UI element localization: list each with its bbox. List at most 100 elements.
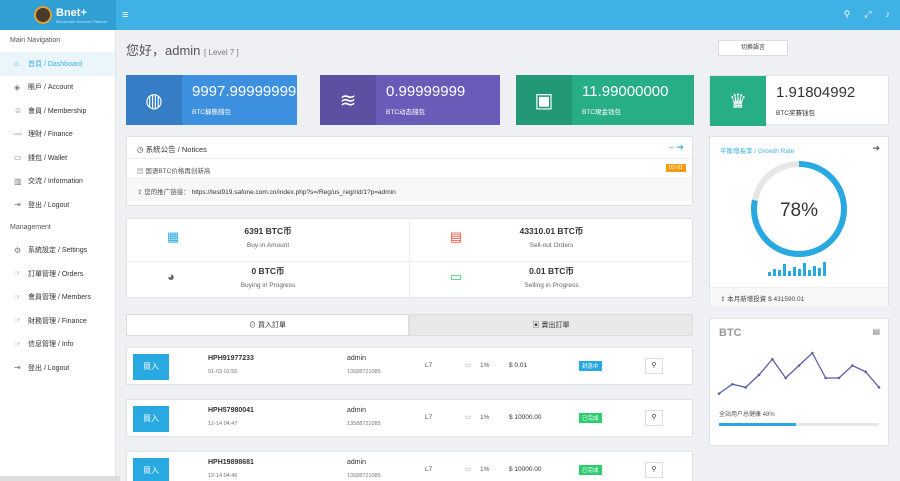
order-user: admin — [347, 407, 367, 414]
folder-icon: ▭ — [14, 153, 22, 163]
sidebar-item[interactable]: ☞ 信息管理 / Info — [0, 333, 115, 357]
logout-icon: ⇥ — [14, 363, 21, 373]
summary-panel: ▦ 6391 BTC币 Buy-in Amount ▤ 43310.01 BTC币… — [126, 218, 693, 302]
tab-buy-orders[interactable]: ⊙ 買入訂單 — [126, 314, 409, 336]
arrow-right-icon[interactable]: ➔ — [872, 143, 880, 154]
order-row: 買入 HPH19898681 12-14 04:46 admin 1358872… — [126, 451, 693, 481]
sidebar-item-label: 理財 / Finance — [28, 131, 73, 139]
btc-title: BTC — [719, 327, 742, 339]
stat-card[interactable]: ≋ 0.99999999 BTC动态錢包 — [320, 75, 500, 125]
stat-card[interactable]: ▣ 11.99000000 BTC現金钱包 — [516, 75, 694, 125]
btc-line-point — [851, 364, 854, 367]
order-row: 買入 HPH91977233 01-03 01:55 admin 1358872… — [126, 347, 693, 385]
menu-toggle-icon[interactable]: ≡ — [122, 9, 128, 21]
growth-bar — [783, 264, 786, 276]
logout-icon: ⇥ — [14, 200, 21, 210]
order-phone: 13588721085 — [347, 421, 381, 427]
sidebar-item[interactable]: ▥ 交流 / Information — [0, 170, 115, 194]
sidebar-item[interactable]: ▭ 錢包 / Wallet — [0, 146, 115, 170]
sidebar-item-label: 賬戶 / Account — [28, 84, 74, 92]
order-phone: 13588721085 — [347, 473, 381, 479]
arrow-right-icon[interactable]: – ➔ — [669, 142, 684, 153]
summary-caption: Sell-out Orders — [529, 242, 574, 249]
order-level: L7 — [425, 414, 433, 421]
sidebar-item-label: 信息管理 / Info — [28, 341, 74, 349]
buy-button[interactable]: 買入 — [133, 458, 169, 481]
btc-caption: 全站用户总健康 48% — [719, 412, 775, 418]
hand-icon: ☞ — [14, 339, 22, 349]
growth-bar — [798, 269, 801, 276]
buy-button[interactable]: 買入 — [133, 406, 169, 432]
sidebar-item[interactable]: ◈ 賬戶 / Account — [0, 76, 115, 100]
order-percent: 1% — [480, 466, 490, 473]
trend-icon: 〰 — [14, 129, 22, 139]
layers-icon: ◈ — [14, 82, 21, 92]
home-icon: ⌂ — [14, 59, 19, 69]
stat-label: BTC动态錢包 — [386, 109, 425, 116]
stat-card[interactable]: ♛ 1.91804992 BTC奖賽钱包 — [709, 75, 889, 126]
brand-name: Bnet+ — [56, 7, 87, 19]
order-price: $ 0.01 — [509, 362, 528, 369]
bell-icon[interactable]: ♪ — [886, 9, 891, 20]
summary-amount: 43310.01 BTC币 — [519, 226, 584, 236]
sidebar-item[interactable]: ☞ 會員管理 / Members — [0, 286, 115, 310]
btc-line-point — [757, 373, 761, 377]
sidebar-item-label: 訂單管理 / Orders — [28, 270, 84, 278]
logo[interactable]: Bnet+ Blockchain Network Platform — [0, 0, 116, 30]
status-badge: 已完成 — [579, 413, 602, 423]
summary-cell: ◕ 0 BTC币 Buying in Progress — [127, 259, 410, 302]
btc-line-point — [717, 392, 721, 395]
growth-bar — [793, 267, 796, 276]
btc-line — [718, 351, 880, 395]
level-badge: [ Level 7 ] — [204, 48, 239, 57]
order-row: 買入 HPH57980041 12-14 04:47 admin 1358872… — [126, 399, 693, 437]
order-price: $ 10000.00 — [509, 466, 542, 473]
chart-icon[interactable]: ▤ — [872, 327, 880, 336]
top-bar: Bnet+ Blockchain Network Platform ≡ ⚲ ⤢ … — [0, 0, 900, 30]
order-level: L7 — [425, 362, 433, 369]
btc-line-chart — [717, 351, 881, 395]
page-title: 您好，admin [ Level 7 ] — [126, 40, 239, 59]
sidebar-item[interactable]: ⇥ 登出 / Logout — [0, 356, 115, 380]
search-button[interactable]: ⚲ — [645, 462, 663, 478]
search-button[interactable]: ⚲ — [645, 410, 663, 426]
sidebar-item[interactable]: ☞ 財務管理 / Finance — [0, 309, 115, 333]
sidebar-item[interactable]: ⇥ 登出 / Logout — [0, 193, 115, 217]
tab-label: 賣出訂單 — [541, 322, 570, 329]
btc-line-point — [864, 370, 867, 374]
btc-line-point — [771, 357, 774, 361]
status-badge: 封息中 — [579, 361, 602, 371]
sidebar-item[interactable]: ☞ 訂單管理 / Orders — [0, 262, 115, 286]
sidebar-item[interactable]: 〰理財 / Finance — [0, 123, 115, 147]
order-time: 12-14 04:46 — [208, 473, 238, 479]
sidebar-section-title: Main Navigation — [10, 37, 61, 44]
clock-icon: ◷ — [137, 145, 146, 154]
btc-line-point — [811, 351, 814, 355]
buy-button[interactable]: 買入 — [133, 354, 169, 380]
referral-link[interactable]: https://test919.safone.com.cn/index.php?… — [192, 189, 396, 196]
sidebar-item[interactable]: ⚙ 系統設定 / Settings — [0, 239, 115, 263]
search-icon[interactable]: ⚲ — [844, 9, 851, 20]
sidebar-item[interactable]: ⌂ 首頁 / Dashboard — [0, 52, 115, 76]
stat-value: 0.99999999 — [386, 83, 466, 100]
switch-language-button[interactable]: 切换語言 — [718, 40, 788, 56]
growth-bar — [818, 268, 821, 276]
tab-sell-orders[interactable]: ▣ 賣出訂單 — [409, 314, 693, 336]
circle-icon: ⊙ — [249, 322, 258, 329]
stat-card[interactable]: ◍ 9997.99999999 BTC靜態錢包 — [126, 75, 297, 125]
sidebar-section-title: Management — [10, 223, 51, 231]
notices-panel: ◷ 系統公告 / Notices – ➔ ▤ 国语BTC价格再创新高 02-01… — [126, 136, 693, 206]
notice-item[interactable]: ▤ 国语BTC价格再创新高 02-01 — [127, 159, 692, 179]
search-button[interactable]: ⚲ — [645, 358, 663, 374]
sidebar-item[interactable]: ☺ 會員 / Membership — [0, 99, 115, 123]
growth-bar — [788, 271, 791, 276]
globe-icon: ◍ — [126, 75, 182, 125]
brand-subtitle: Blockchain Network Platform — [56, 19, 108, 24]
order-percent: 1% — [480, 362, 490, 369]
order-phone: 13588721085 — [347, 369, 381, 375]
btc-progress-fill — [719, 423, 796, 426]
summary-cell: ▭ 0.01 BTC币 Selling in Progress — [410, 259, 693, 302]
stack-icon: ≋ — [320, 75, 376, 125]
growth-bar — [823, 262, 826, 276]
fullscreen-icon[interactable]: ⤢ — [864, 9, 871, 20]
